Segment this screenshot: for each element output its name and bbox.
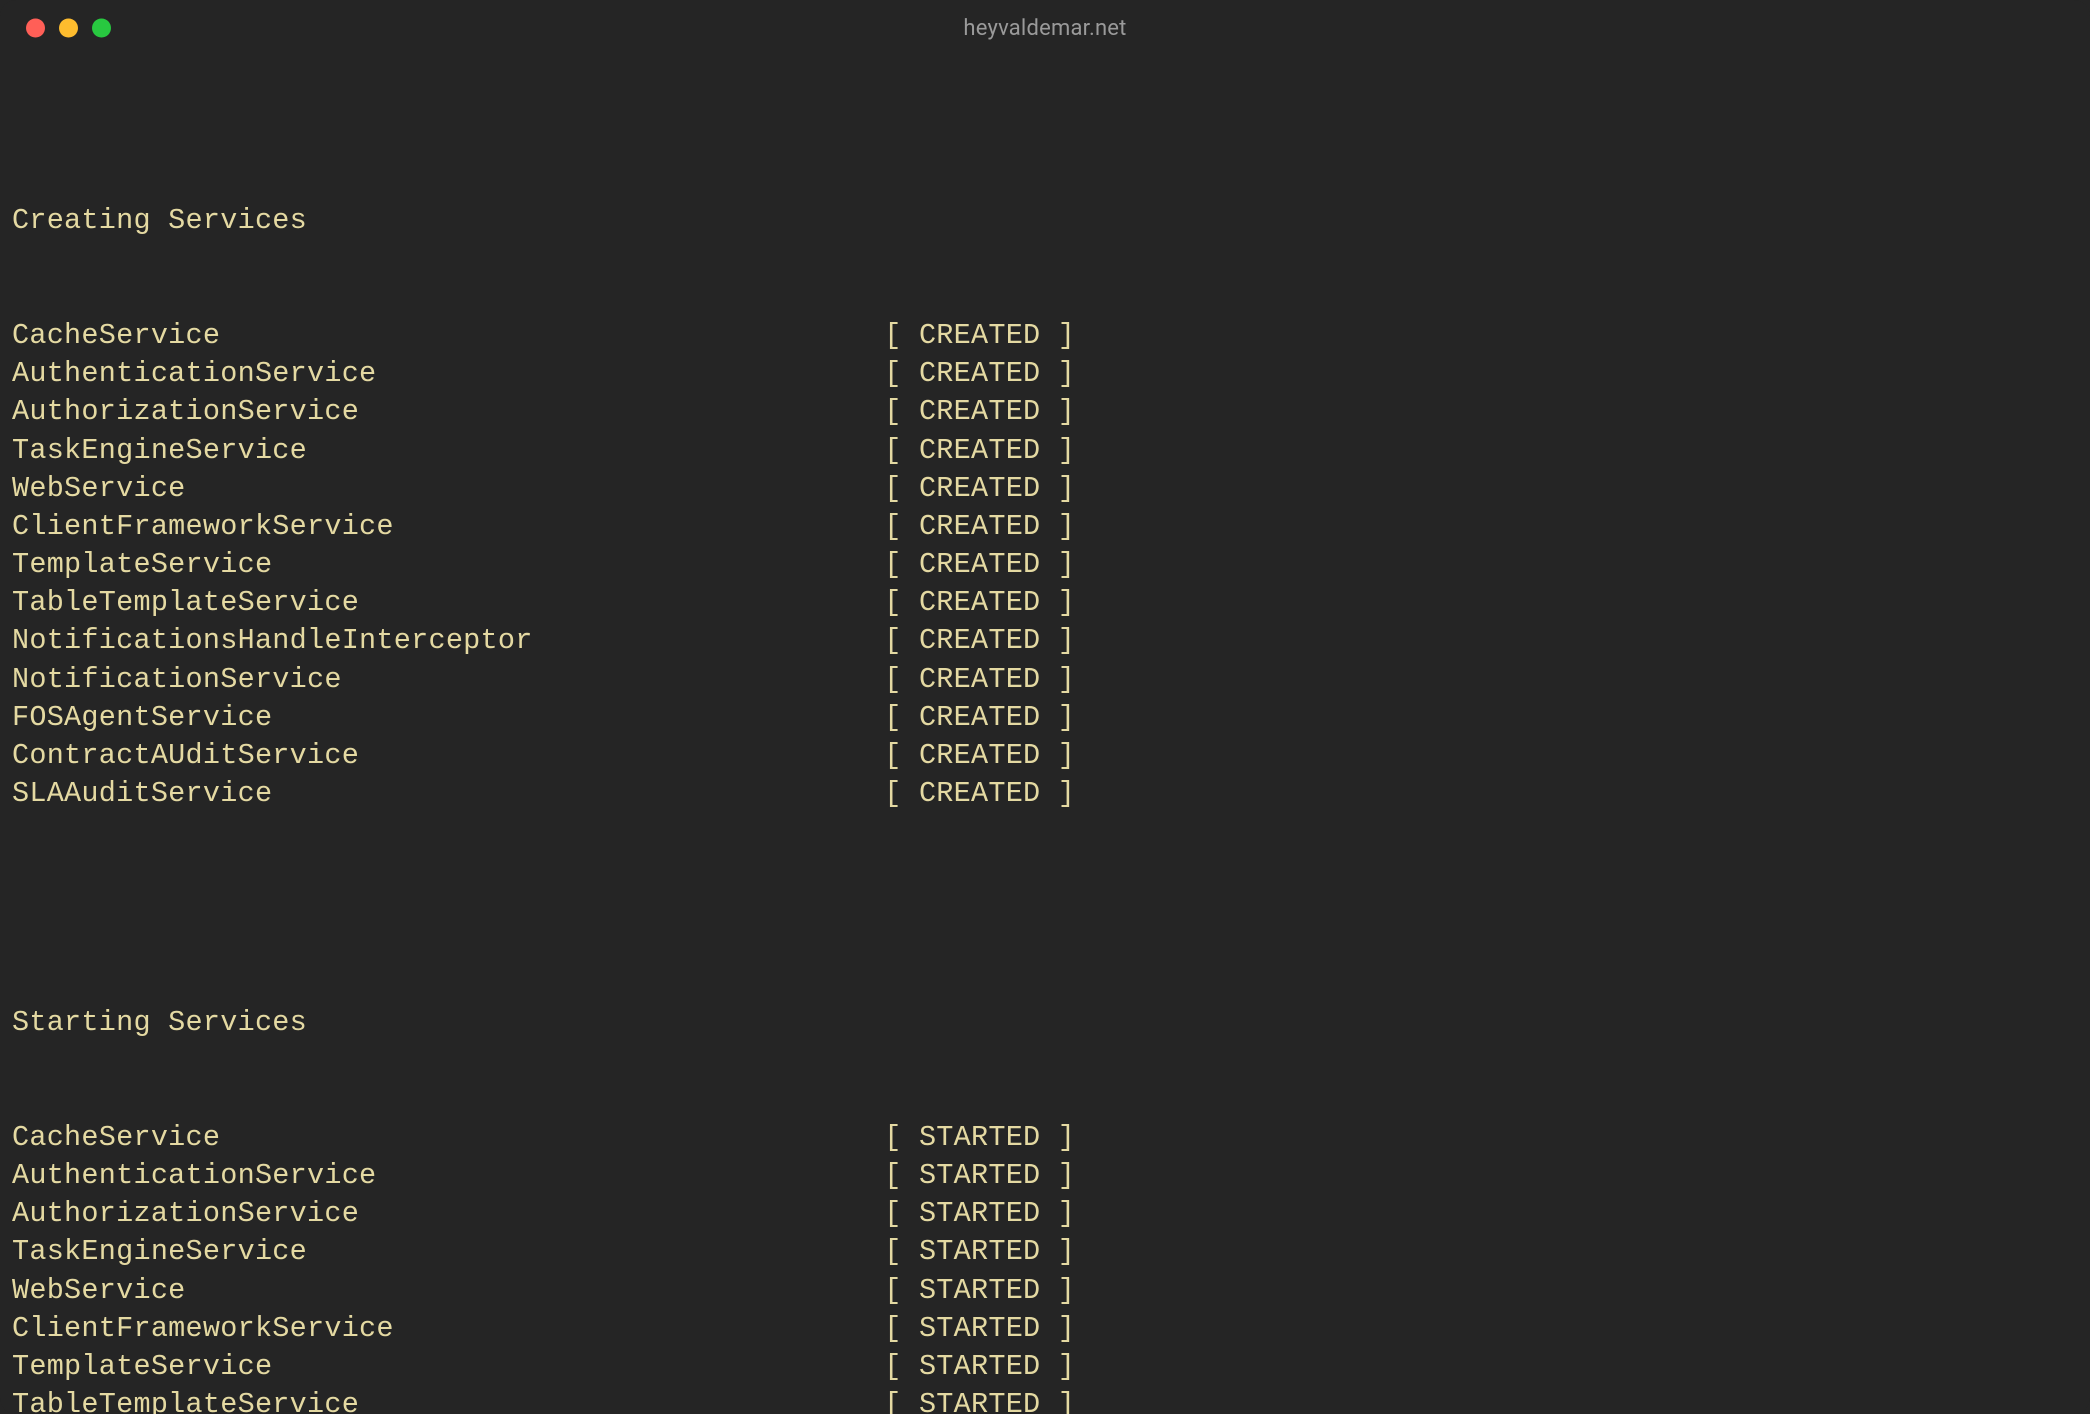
service-row: AuthenticationService[ STARTED ] (12, 1157, 2090, 1195)
service-row: TableTemplateService[ STARTED ] (12, 1386, 2090, 1414)
window-title: heyvaldemar.net (0, 16, 2090, 41)
service-status: [ CREATED ] (884, 317, 1075, 355)
service-status: [ STARTED ] (884, 1233, 1075, 1271)
service-name: TaskEngineService (12, 1233, 884, 1271)
minimize-button[interactable] (59, 19, 78, 38)
service-name: ContractAUditService (12, 737, 884, 775)
service-name: CacheService (12, 317, 884, 355)
service-status: [ CREATED ] (884, 432, 1075, 470)
service-status: [ STARTED ] (884, 1157, 1075, 1195)
service-status: [ STARTED ] (884, 1348, 1075, 1386)
service-status: [ CREATED ] (884, 661, 1075, 699)
service-status: [ CREATED ] (884, 584, 1075, 622)
service-status: [ CREATED ] (884, 470, 1075, 508)
service-row: WebService[ STARTED ] (12, 1272, 2090, 1310)
section-heading: Creating Services (12, 202, 2090, 240)
service-status: [ CREATED ] (884, 775, 1075, 813)
service-name: ClientFrameworkService (12, 508, 884, 546)
service-name: TemplateService (12, 546, 884, 584)
service-status: [ CREATED ] (884, 393, 1075, 431)
service-status: [ CREATED ] (884, 508, 1075, 546)
service-status: [ STARTED ] (884, 1119, 1075, 1157)
service-name: TableTemplateService (12, 584, 884, 622)
service-status: [ CREATED ] (884, 355, 1075, 393)
service-name: WebService (12, 470, 884, 508)
service-row: ClientFrameworkService[ CREATED ] (12, 508, 2090, 546)
zoom-button[interactable] (92, 19, 111, 38)
service-row: TemplateService[ STARTED ] (12, 1348, 2090, 1386)
service-name: TableTemplateService (12, 1386, 884, 1414)
service-name: WebService (12, 1272, 884, 1310)
service-name: AuthorizationService (12, 1195, 884, 1233)
service-name: SLAAuditService (12, 775, 884, 813)
service-row: NotificationsHandleInterceptor[ CREATED … (12, 622, 2090, 660)
service-row: TableTemplateService[ CREATED ] (12, 584, 2090, 622)
service-row: AuthorizationService[ STARTED ] (12, 1195, 2090, 1233)
service-status: [ STARTED ] (884, 1386, 1075, 1414)
service-name: TemplateService (12, 1348, 884, 1386)
service-row: TaskEngineService[ CREATED ] (12, 432, 2090, 470)
service-row: ClientFrameworkService[ STARTED ] (12, 1310, 2090, 1348)
terminal-window: heyvaldemar.net Creating Services CacheS… (0, 0, 2090, 1414)
service-status: [ CREATED ] (884, 622, 1075, 660)
titlebar: heyvaldemar.net (0, 0, 2090, 56)
service-row: CacheService[ CREATED ] (12, 317, 2090, 355)
service-status: [ CREATED ] (884, 737, 1075, 775)
service-row: WebService[ CREATED ] (12, 470, 2090, 508)
service-row: AuthorizationService[ CREATED ] (12, 393, 2090, 431)
service-row: SLAAuditService[ CREATED ] (12, 775, 2090, 813)
service-name: AuthenticationService (12, 1157, 884, 1195)
service-name: FOSAgentService (12, 699, 884, 737)
service-row: TemplateService[ CREATED ] (12, 546, 2090, 584)
service-name: TaskEngineService (12, 432, 884, 470)
service-status: [ STARTED ] (884, 1195, 1075, 1233)
service-name: CacheService (12, 1119, 884, 1157)
service-row: CacheService[ STARTED ] (12, 1119, 2090, 1157)
service-status: [ CREATED ] (884, 546, 1075, 584)
terminal-output[interactable]: Creating Services CacheService[ CREATED … (0, 56, 2090, 1414)
service-status: [ STARTED ] (884, 1272, 1075, 1310)
service-row: TaskEngineService[ STARTED ] (12, 1233, 2090, 1271)
close-button[interactable] (26, 19, 45, 38)
section-heading: Starting Services (12, 1004, 2090, 1042)
service-row: NotificationService[ CREATED ] (12, 661, 2090, 699)
service-name: ClientFrameworkService (12, 1310, 884, 1348)
service-name: NotificationsHandleInterceptor (12, 622, 884, 660)
service-status: [ STARTED ] (884, 1310, 1075, 1348)
service-row: ContractAUditService[ CREATED ] (12, 737, 2090, 775)
window-controls (26, 19, 111, 38)
service-row: AuthenticationService[ CREATED ] (12, 355, 2090, 393)
service-name: NotificationService (12, 661, 884, 699)
service-name: AuthorizationService (12, 393, 884, 431)
service-status: [ CREATED ] (884, 699, 1075, 737)
service-name: AuthenticationService (12, 355, 884, 393)
service-row: FOSAgentService[ CREATED ] (12, 699, 2090, 737)
